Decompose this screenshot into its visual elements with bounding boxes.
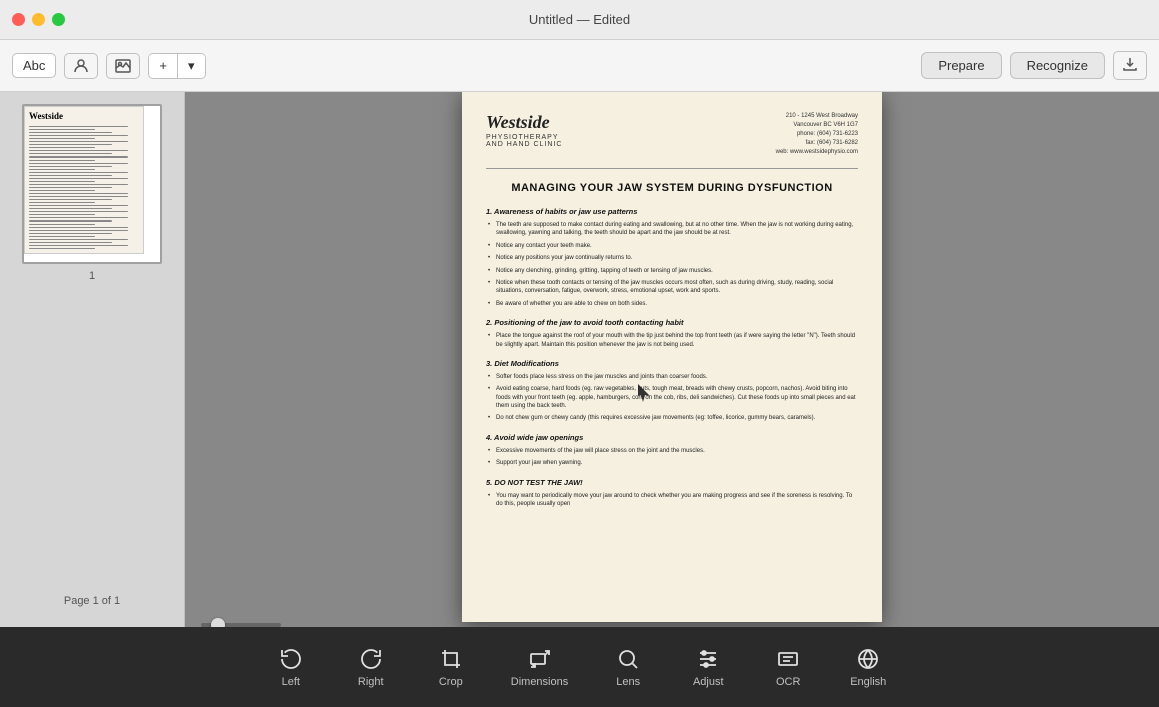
section-3-heading: 3. Diet Modifications bbox=[486, 359, 858, 368]
image-icon-button[interactable] bbox=[106, 53, 140, 79]
tool-crop-label: Crop bbox=[439, 676, 463, 688]
tool-dimensions-label: Dimensions bbox=[511, 676, 568, 688]
tool-adjust-label: Adjust bbox=[693, 676, 724, 688]
crop-icon bbox=[439, 647, 463, 671]
address-block: 210 - 1245 West Broadway Vancouver BC V6… bbox=[776, 112, 858, 157]
rotate-left-icon bbox=[279, 647, 303, 671]
section-3-bullet-3: Do not chew gum or chewy candy (this req… bbox=[486, 414, 858, 422]
section-1-bullet-6: Be aware of whether you are able to chew… bbox=[486, 300, 858, 308]
zoom-bar bbox=[185, 622, 1159, 627]
toolbar: Abc + ▾ Prepare Recognize bbox=[0, 40, 1159, 92]
add-group: + ▾ bbox=[148, 53, 205, 79]
window-controls bbox=[12, 13, 65, 26]
export-button[interactable] bbox=[1113, 51, 1147, 80]
tool-english-label: English bbox=[850, 676, 886, 688]
toolbar-right: Prepare Recognize bbox=[921, 51, 1147, 80]
header-divider bbox=[486, 168, 858, 169]
section-1-bullet-4: Notice any clenching, grinding, gritting… bbox=[486, 267, 858, 275]
section-1-heading: 1. Awareness of habits or jaw use patter… bbox=[486, 207, 858, 216]
tool-crop[interactable]: Crop bbox=[411, 639, 491, 696]
add-button[interactable]: + bbox=[149, 54, 178, 78]
section-2-bullet-1: Place the tongue against the roof of you… bbox=[486, 332, 858, 349]
titlebar: Untitled — Edited bbox=[0, 0, 1159, 40]
logo-text: Westside bbox=[486, 112, 562, 134]
main-area: Westside bbox=[0, 92, 1159, 627]
person-icon-button[interactable] bbox=[64, 53, 98, 79]
rotate-right-icon bbox=[359, 647, 383, 671]
abc-button[interactable]: Abc bbox=[12, 53, 56, 78]
tool-lens[interactable]: Lens bbox=[588, 639, 668, 696]
tool-english[interactable]: English bbox=[828, 639, 908, 696]
document-canvas: Westside PHYSIOTHERAPYAND HAND CLINIC 21… bbox=[185, 92, 1159, 622]
section-1-bullet-1: The teeth are supposed to make contact d… bbox=[486, 221, 858, 238]
section-4-heading: 4. Avoid wide jaw openings bbox=[486, 433, 858, 442]
section-4-bullet-2: Support your jaw when yawning. bbox=[486, 459, 858, 467]
ocr-icon bbox=[776, 647, 800, 671]
section-3-bullet-1: Softer foods place less stress on the ja… bbox=[486, 373, 858, 381]
section-1-bullet-2: Notice any contact your teeth make. bbox=[486, 242, 858, 250]
section-4-bullet-1: Excessive movements of the jaw will plac… bbox=[486, 447, 858, 455]
section-1-bullet-5: Notice when these tooth contacts or tens… bbox=[486, 279, 858, 296]
logo-area: Westside PHYSIOTHERAPYAND HAND CLINIC bbox=[486, 112, 562, 148]
tool-right-label: Right bbox=[358, 676, 384, 688]
maximize-button[interactable] bbox=[52, 13, 65, 26]
tool-ocr-label: OCR bbox=[776, 676, 800, 688]
add-dropdown-button[interactable]: ▾ bbox=[178, 54, 205, 78]
section-1-bullet-3: Notice any positions your jaw continuall… bbox=[486, 254, 858, 262]
tool-adjust[interactable]: Adjust bbox=[668, 639, 748, 696]
tool-ocr[interactable]: OCR bbox=[748, 639, 828, 696]
lens-icon bbox=[616, 647, 640, 671]
section-5-bullet-1: You may want to periodically move your j… bbox=[486, 492, 858, 509]
section-2-heading: 2. Positioning of the jaw to avoid tooth… bbox=[486, 318, 858, 327]
tool-dimensions[interactable]: Dimensions bbox=[491, 639, 588, 696]
close-button[interactable] bbox=[12, 13, 25, 26]
document-viewer: Westside PHYSIOTHERAPYAND HAND CLINIC 21… bbox=[185, 92, 1159, 627]
section-5-heading: 5. DO NOT TEST THE JAW! bbox=[486, 478, 858, 487]
tool-right[interactable]: Right bbox=[331, 639, 411, 696]
page-thumbnail[interactable]: Westside bbox=[22, 104, 162, 264]
document-title: MANAGING YOUR JAW SYSTEM DURING DYSFUNCT… bbox=[486, 182, 858, 194]
sidebar: Westside bbox=[0, 92, 185, 627]
tool-lens-label: Lens bbox=[616, 676, 640, 688]
tool-left-label: Left bbox=[282, 676, 300, 688]
section-3-bullet-2: Avoid eating coarse, hard foods (eg. raw… bbox=[486, 385, 858, 410]
minimize-button[interactable] bbox=[32, 13, 45, 26]
window-title: Untitled — Edited bbox=[529, 12, 630, 27]
dimensions-icon bbox=[528, 647, 552, 671]
document-content: Westside PHYSIOTHERAPYAND HAND CLINIC 21… bbox=[462, 92, 882, 622]
tool-left[interactable]: Left bbox=[251, 639, 331, 696]
zoom-slider-track[interactable] bbox=[201, 623, 281, 627]
thumbnail-page-number: 1 bbox=[89, 270, 95, 282]
adjust-icon bbox=[696, 647, 720, 671]
english-icon bbox=[856, 647, 880, 671]
bottom-toolbar: Left Right Crop Dimensions Lens bbox=[0, 627, 1159, 707]
toolbar-left: Abc + ▾ bbox=[12, 53, 913, 79]
page-info: Page 1 of 1 bbox=[64, 595, 120, 607]
thumbnail-doc: Westside bbox=[24, 106, 144, 254]
sidebar-bottom: Page 1 of 1 bbox=[8, 282, 176, 615]
document-header: Westside PHYSIOTHERAPYAND HAND CLINIC 21… bbox=[486, 112, 858, 157]
document-page: Westside PHYSIOTHERAPYAND HAND CLINIC 21… bbox=[462, 92, 882, 622]
prepare-button[interactable]: Prepare bbox=[921, 52, 1001, 79]
logo-subtitle: PHYSIOTHERAPYAND HAND CLINIC bbox=[486, 134, 562, 148]
recognize-button[interactable]: Recognize bbox=[1010, 52, 1105, 79]
